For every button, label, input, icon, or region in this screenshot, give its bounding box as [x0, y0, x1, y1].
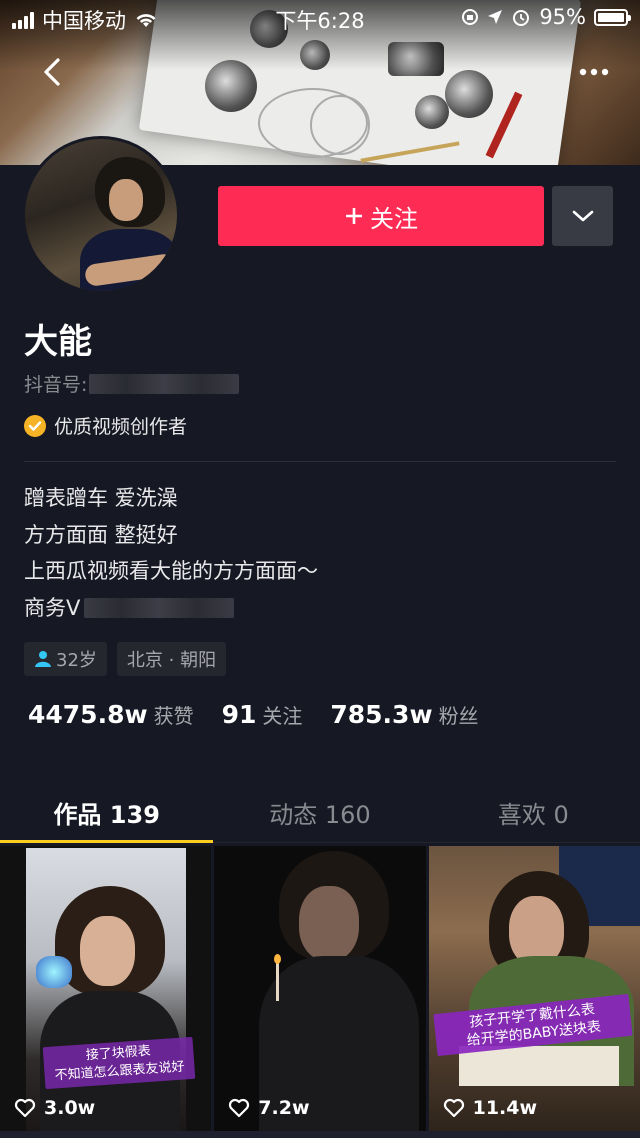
tab-moments[interactable]: 动态 160 — [213, 783, 426, 842]
battery-percent: 95% — [539, 5, 586, 29]
video-likes-count: 3.0w — [44, 1097, 96, 1119]
stat-number: 91 — [221, 700, 257, 729]
heart-icon — [229, 1098, 250, 1118]
certification-label: 优质视频创作者 — [54, 416, 188, 438]
next-row-peek — [0, 1131, 640, 1138]
video-likes: 11.4w — [443, 1097, 537, 1119]
video-thumbnail[interactable]: 孩子开学了戴什么表 给开学的BABY送块表 11.4w — [428, 846, 640, 1131]
follow-label: 关注 — [370, 204, 418, 233]
verified-check-icon — [24, 414, 46, 437]
alarm-icon — [513, 10, 530, 26]
profile-tags: 32岁 北京 · 朝阳 — [24, 642, 227, 676]
stat-number: 785.3w — [330, 700, 433, 729]
back-button[interactable] — [30, 50, 74, 94]
tab-works[interactable]: 作品 139 — [0, 783, 214, 843]
more-dots-icon — [579, 68, 609, 76]
likes-stat: 4475.8w 获赞 — [28, 700, 194, 729]
video-likes: 7.2w — [228, 1097, 310, 1119]
bio: 蹭表蹭车 爱洗澡 方方面面 整挺好 上西瓜视频看大能的方方面面～ 商务V — [24, 480, 318, 626]
stats-row: 4475.8w 获赞 91 关注 785.3w 粉丝 — [28, 700, 479, 729]
video-likes: 3.0w — [14, 1097, 95, 1119]
tab-likes[interactable]: 喜欢 0 — [427, 783, 640, 842]
video-grid: 接了块假表 不知道怎么跟表友说好 3.0w 7.2w 孩子开学了戴什么表 给开学… — [0, 846, 640, 1138]
redacted-contact — [84, 597, 235, 618]
age-tag: 32岁 — [24, 642, 107, 676]
stat-label: 关注 — [262, 704, 303, 728]
bio-line: 上西瓜视频看大能的方方面面～ — [24, 559, 318, 583]
avatar[interactable] — [22, 136, 180, 294]
plus-icon — [346, 208, 362, 224]
stat-label: 获赞 — [153, 704, 194, 728]
video-likes-count: 7.2w — [258, 1097, 310, 1119]
creator-certification[interactable]: 优质视频创作者 — [24, 412, 187, 439]
video-thumbnail[interactable]: 7.2w — [214, 846, 426, 1131]
bio-line-business: 商务V — [24, 590, 318, 627]
followers-stat[interactable]: 785.3w 粉丝 — [330, 700, 478, 729]
location-icon — [488, 10, 503, 24]
rotation-lock-icon — [462, 9, 479, 25]
status-bar: 中国移动 下午6:28 95% — [0, 0, 640, 36]
bio-line: 商务V — [24, 595, 81, 620]
redacted-id — [89, 373, 240, 394]
divider — [24, 461, 616, 462]
heart-icon — [14, 1098, 36, 1118]
profile-name: 大能 — [24, 322, 92, 362]
stat-number: 4475.8w — [28, 700, 148, 729]
video-likes-count: 11.4w — [472, 1097, 538, 1119]
video-thumbnail[interactable]: 接了块假表 不知道怎么跟表友说好 3.0w — [0, 846, 212, 1131]
follow-button[interactable]: 关注 — [218, 186, 544, 246]
stat-label: 粉丝 — [438, 704, 479, 728]
following-stat[interactable]: 91 关注 — [222, 700, 303, 729]
person-icon — [35, 651, 51, 667]
bio-line: 蹭表蹭车 爱洗澡 — [24, 486, 178, 510]
chevron-left-icon — [44, 58, 60, 86]
battery-icon — [594, 8, 631, 26]
recommend-dropdown-button[interactable] — [552, 186, 613, 246]
heart-icon — [443, 1098, 464, 1118]
bio-line: 方方面面 整挺好 — [24, 522, 178, 547]
douyin-id: 抖音号: — [24, 370, 240, 397]
content-tabs: 作品 139 动态 160 喜欢 0 — [0, 783, 640, 843]
age-label: 32岁 — [56, 650, 97, 671]
chevron-down-icon — [572, 210, 593, 222]
douyin-id-label: 抖音号: — [24, 374, 88, 396]
location-label: 北京 · 朝阳 — [126, 650, 217, 671]
more-button[interactable] — [572, 52, 616, 92]
location-tag: 北京 · 朝阳 — [116, 642, 227, 676]
